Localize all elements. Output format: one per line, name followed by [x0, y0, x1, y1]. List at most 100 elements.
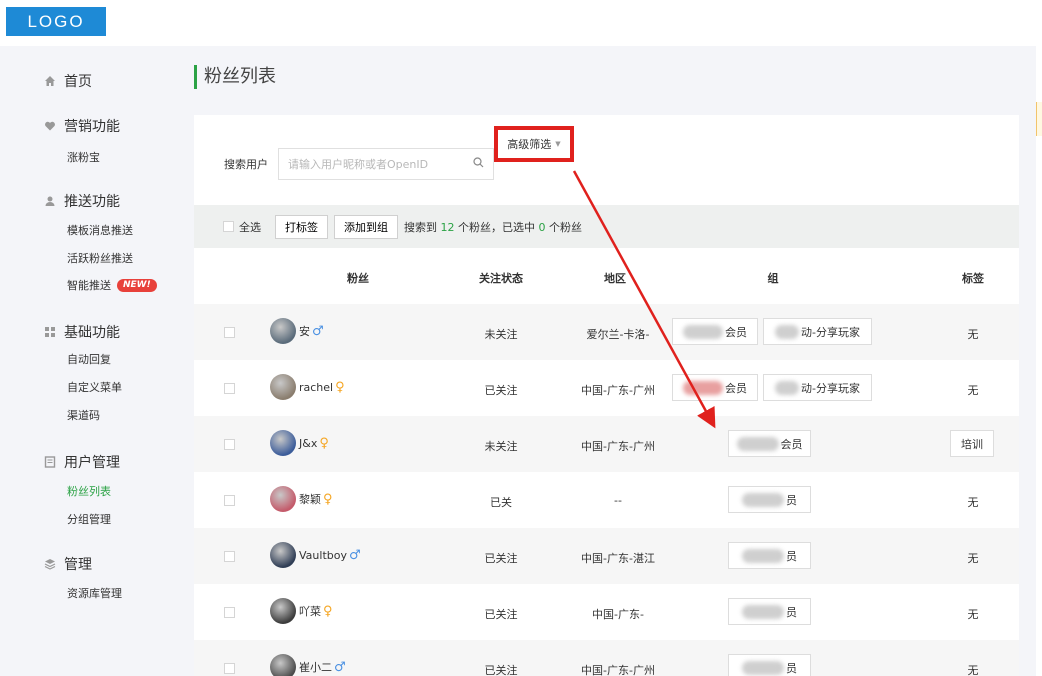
sidebar-section-manage[interactable]: 管理	[44, 554, 92, 574]
bulk-toolbar: 全选 打标签 添加到组 搜索到 12 个粉丝，已选中 0 个粉丝	[194, 205, 1019, 248]
avatar	[270, 486, 296, 512]
table-row[interactable]: rachel ♀ 已关注 中国-广东-广州 会员 动-分享玩家 无	[194, 360, 1019, 416]
select-all[interactable]: 全选	[223, 219, 261, 235]
row-checkbox[interactable]	[224, 607, 235, 618]
sidebar-item-smart-push[interactable]: 智能推送 NEW!	[67, 277, 157, 293]
redacted-text	[742, 604, 784, 619]
male-icon: ♂	[348, 547, 361, 563]
tag-chip[interactable]: 培训	[950, 430, 994, 457]
row-checkbox[interactable]	[224, 439, 235, 450]
group-chip[interactable]: 员	[728, 542, 811, 569]
sidebar-item-active-push[interactable]: 活跃粉丝推送	[67, 250, 133, 266]
caret-down-icon: ▼	[555, 140, 561, 148]
sidebar-item-template-push[interactable]: 模板消息推送	[67, 222, 133, 238]
column-header-region: 地区	[604, 272, 626, 285]
fan-cell[interactable]: Vaultboy ♂	[270, 542, 361, 568]
avatar	[270, 654, 296, 676]
tag-cell: 无	[967, 552, 979, 565]
row-checkbox[interactable]	[224, 663, 235, 674]
row-checkbox[interactable]	[224, 495, 235, 506]
select-all-label: 全选	[239, 220, 261, 234]
sidebar-item-resource-library[interactable]: 资源库管理	[67, 585, 122, 601]
row-checkbox[interactable]	[224, 383, 235, 394]
group-chip-label: 会员	[780, 437, 803, 451]
search-box	[278, 148, 494, 180]
group-chip-label: 会员	[725, 325, 747, 339]
region-cell: --	[614, 494, 622, 507]
notice-marker	[1036, 102, 1042, 136]
advanced-filter-button[interactable]: 高级筛选 ▼	[494, 126, 574, 162]
row-checkbox[interactable]	[224, 327, 235, 338]
sidebar-item-custom-menu[interactable]: 自定义菜单	[67, 379, 122, 395]
group-chip[interactable]: 员	[728, 598, 811, 625]
search-icon[interactable]	[473, 157, 484, 171]
table-row[interactable]: Vaultboy ♂ 已关注 中国-广东-湛江 员 无	[194, 528, 1019, 584]
select-all-checkbox[interactable]	[223, 221, 234, 232]
group-chip[interactable]: 会员	[672, 318, 758, 345]
region-cell: 中国-广东-广州	[581, 664, 655, 676]
sidebar-item-channel-code[interactable]: 渠道码	[67, 407, 100, 423]
region-cell: 中国-广东-湛江	[581, 552, 655, 565]
found-count: 12	[440, 220, 455, 234]
fan-cell[interactable]: J&x ♀	[270, 430, 329, 456]
group-chip[interactable]: 员	[728, 486, 811, 513]
sidebar-item-label: 智能推送	[67, 279, 111, 292]
tag-cell: 无	[967, 328, 979, 341]
new-badge: NEW!	[117, 278, 157, 292]
status-cell: 未关注	[484, 328, 518, 341]
table-row[interactable]: 崔小二 ♂ 已关注 中国-广东-广州 员 无	[194, 640, 1019, 676]
group-chip[interactable]: 动-分享玩家	[763, 318, 872, 345]
table-row[interactable]: 吖菜 ♀ 已关注 中国-广东- 员 无	[194, 584, 1019, 640]
group-chip[interactable]: 动-分享玩家	[763, 374, 872, 401]
fan-list-panel: 搜索用户 高级筛选 ▼ 全选 打标签 添加到组 搜索到 12 个粉丝，已选中	[194, 115, 1019, 676]
female-icon: ♀	[335, 379, 345, 395]
avatar	[270, 542, 296, 568]
sidebar-item-zhangfenbao[interactable]: 涨粉宝	[67, 149, 100, 165]
search-input[interactable]	[288, 157, 458, 171]
fan-cell[interactable]: 吖菜 ♀	[270, 598, 333, 624]
tag-cell: 无	[967, 496, 979, 509]
sidebar-item-fan-list[interactable]: 粉丝列表	[67, 483, 111, 499]
fan-name: 黎颖	[299, 493, 321, 506]
fan-cell[interactable]: rachel ♀	[270, 374, 345, 400]
fan-name: Vaultboy	[299, 548, 347, 562]
sidebar-item-label: 首页	[64, 74, 92, 90]
row-checkbox[interactable]	[224, 551, 235, 562]
column-header-status: 关注状态	[479, 272, 523, 285]
add-to-group-button[interactable]: 添加到组	[334, 214, 398, 239]
search-label: 搜索用户	[224, 158, 268, 171]
group-chip[interactable]: 会员	[728, 430, 811, 457]
table-row[interactable]: J&x ♀ 未关注 中国-广东-广州 会员 培训	[194, 416, 1019, 472]
group-chip[interactable]: 会员	[672, 374, 758, 401]
group-chip[interactable]: 员	[728, 654, 811, 676]
sidebar-section-users[interactable]: 用户管理	[44, 452, 120, 472]
sidebar-item-group-manage[interactable]: 分组管理	[67, 511, 111, 527]
region-cell: 中国-广东-广州	[581, 384, 655, 397]
user-icon	[44, 195, 56, 207]
male-icon: ♂	[334, 659, 346, 675]
sidebar-section-label: 管理	[64, 557, 92, 573]
group-chip-label: 动-分享玩家	[801, 325, 860, 339]
fan-name: J&x	[299, 436, 318, 450]
female-icon: ♀	[323, 491, 333, 507]
layers-icon	[44, 558, 56, 570]
fan-cell[interactable]: 黎颖 ♀	[270, 486, 333, 512]
group-chip-label: 会员	[725, 381, 747, 395]
redacted-text	[775, 380, 799, 395]
sidebar-section-basic[interactable]: 基础功能	[44, 322, 120, 342]
sidebar-item-auto-reply[interactable]: 自动回复	[67, 351, 111, 367]
table-row[interactable]: 黎颖 ♀ 已关 -- 员 无	[194, 472, 1019, 528]
tag-button[interactable]: 打标签	[275, 214, 328, 239]
fan-cell[interactable]: 崔小二 ♂	[270, 654, 346, 676]
fan-cell[interactable]: 安 ♂	[270, 318, 324, 344]
table-row[interactable]: 安 ♂ 未关注 爱尔兰-卡洛- 会员 动-分享玩家 无	[194, 304, 1019, 360]
group-chip-label: 员	[786, 661, 797, 675]
sidebar-item-home[interactable]: 首页	[44, 71, 92, 91]
group-chip-label: 员	[786, 605, 797, 619]
sidebar-section-marketing[interactable]: 营销功能	[44, 116, 120, 136]
sidebar-section-push[interactable]: 推送功能	[44, 191, 120, 211]
count-mid: 个粉丝，已选中	[458, 220, 535, 234]
result-count: 搜索到 12 个粉丝，已选中 0 个粉丝	[404, 219, 582, 235]
heart-icon	[44, 120, 56, 132]
logo[interactable]: LOGO	[6, 7, 106, 36]
